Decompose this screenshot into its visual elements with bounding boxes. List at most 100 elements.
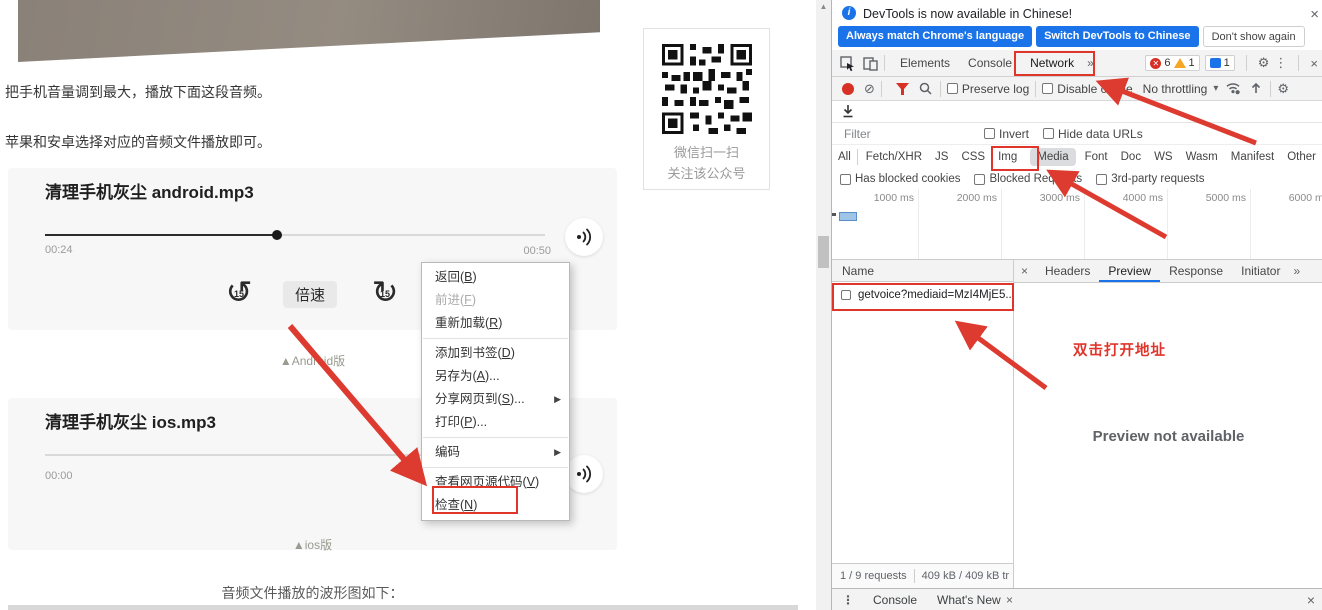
audio-title: 清理手机灰尘 android.mp3 <box>45 178 254 203</box>
seek-bar[interactable] <box>45 234 545 236</box>
device-toolbar-icon[interactable] <box>862 55 878 71</box>
type-filter-manifest[interactable]: Manifest <box>1231 151 1274 163</box>
type-filter-doc[interactable]: Doc <box>1121 151 1141 163</box>
menu-item-print[interactable]: 打印(P)... <box>422 411 569 434</box>
tab-elements[interactable]: Elements <box>891 50 959 76</box>
preserve-log-checkbox[interactable]: Preserve log <box>947 82 1029 96</box>
menu-item-forward[interactable]: 前进(F) <box>422 289 569 312</box>
tab-response[interactable]: Response <box>1160 260 1232 282</box>
checkbox-icon <box>1043 128 1054 139</box>
more-options-icon[interactable]: ⋮ <box>1274 55 1287 71</box>
issues-icon <box>1210 58 1221 68</box>
menu-item-bookmark[interactable]: 添加到书签(D) <box>422 342 569 365</box>
volume-button[interactable] <box>565 455 603 493</box>
filter-input[interactable]: Filter <box>844 127 984 141</box>
record-icon[interactable] <box>842 83 854 95</box>
drawer-tab-console[interactable]: Console <box>863 593 927 607</box>
drawer-close-icon[interactable]: × <box>1307 592 1315 608</box>
type-filter-other[interactable]: Other <box>1287 151 1316 163</box>
tab-preview[interactable]: Preview <box>1099 260 1160 282</box>
paragraph: 把手机音量调到最大，播放下面这段音频。 <box>5 82 271 102</box>
third-party-checkbox[interactable]: 3rd-party requests <box>1096 173 1204 185</box>
blocked-requests-checkbox[interactable]: Blocked Requests <box>974 173 1082 185</box>
import-har-icon[interactable] <box>1248 81 1264 97</box>
type-filter-css[interactable]: CSS <box>961 151 985 163</box>
type-filter-ws[interactable]: WS <box>1154 151 1173 163</box>
seek-progress <box>45 234 276 236</box>
panel-divider[interactable] <box>1013 260 1014 588</box>
menu-separator <box>423 437 568 438</box>
menu-item-share[interactable]: 分享网页到(S)...▶ <box>422 388 569 411</box>
type-filter-media[interactable]: Media <box>1030 148 1075 166</box>
tab-headers[interactable]: Headers <box>1036 260 1099 282</box>
blocked-cookies-checkbox[interactable]: Has blocked cookies <box>840 173 960 185</box>
issues-badge[interactable]: 1 <box>1205 55 1235 71</box>
error-warning-badge[interactable]: ✕ 6 1 <box>1145 55 1199 71</box>
settings-gear-icon[interactable]: ⚙ <box>1258 55 1270 71</box>
request-row-getvoice[interactable]: getvoice?mediaid=MzI4MjE5... <box>832 282 1013 308</box>
type-filter-all[interactable]: All <box>838 151 851 163</box>
match-language-button[interactable]: Always match Chrome's language <box>838 26 1032 47</box>
forward-15-button[interactable]: ↻ 15 <box>368 276 402 310</box>
browser-context-menu: 返回(B) 前进(F) 重新加载(R) 添加到书签(D) 另存为(A)... 分… <box>421 262 570 521</box>
invert-checkbox[interactable]: Invert <box>984 127 1029 141</box>
caret-down-icon[interactable]: ▾ <box>1213 83 1218 94</box>
dont-show-again-button[interactable]: Don't show again <box>1203 26 1305 47</box>
disable-cache-checkbox[interactable]: Disable cache <box>1042 82 1132 96</box>
type-filter-wasm[interactable]: Wasm <box>1186 151 1218 163</box>
close-detail-icon[interactable]: × <box>1021 264 1028 278</box>
timeline-tick: 1000 ms <box>834 192 914 204</box>
scroll-up-icon[interactable]: ▲ <box>816 2 831 11</box>
audio-title: 清理手机灰尘 ios.mp3 <box>45 408 216 433</box>
tab-network[interactable]: Network <box>1021 50 1083 76</box>
network-conditions-icon[interactable] <box>1225 81 1241 97</box>
menu-item-view-source[interactable]: 查看网页源代码(V) <box>422 471 569 494</box>
playback-speed-button[interactable]: 倍速 <box>283 281 337 308</box>
export-har-icon[interactable] <box>842 104 854 121</box>
more-tabs-icon[interactable]: » <box>1083 56 1098 70</box>
network-overview-timeline[interactable]: 1000 ms 2000 ms 3000 ms 4000 ms 5000 ms … <box>832 189 1322 260</box>
checkbox-icon <box>947 83 958 94</box>
tab-initiator[interactable]: Initiator <box>1232 260 1289 282</box>
filter-funnel-icon[interactable] <box>895 81 911 97</box>
menu-item-encoding[interactable]: 编码▶ <box>422 441 569 464</box>
drawer-more-icon[interactable]: ⋮ <box>842 593 854 607</box>
qr-caption-line2: 关注该公众号 <box>644 163 769 182</box>
type-filter-font[interactable]: Font <box>1085 151 1108 163</box>
throttling-select[interactable]: No throttling <box>1143 82 1208 96</box>
timeline-tick: 2000 ms <box>917 192 997 204</box>
more-detail-tabs-icon[interactable]: » <box>1289 264 1304 278</box>
volume-button[interactable] <box>565 218 603 256</box>
menu-item-back[interactable]: 返回(B) <box>422 266 569 289</box>
timeline-tick: 4000 ms <box>1083 192 1163 204</box>
type-filter-js[interactable]: JS <box>935 151 948 163</box>
request-waterfall-bar[interactable] <box>839 212 857 221</box>
hide-data-urls-checkbox[interactable]: Hide data URLs <box>1043 127 1143 141</box>
page-scrollbar[interactable]: ▲ <box>816 0 831 610</box>
name-column-header[interactable]: Name <box>832 260 1013 282</box>
scrollbar-thumb[interactable] <box>818 236 829 268</box>
network-settings-gear-icon[interactable]: ⚙ <box>1277 81 1289 97</box>
tab-console[interactable]: Console <box>959 50 1021 76</box>
type-filter-fetch[interactable]: Fetch/XHR <box>866 151 922 163</box>
devtools-close-icon[interactable]: × <box>1310 56 1318 71</box>
banner-close-icon[interactable]: × <box>1310 6 1319 23</box>
seek-handle[interactable] <box>272 230 282 240</box>
switch-chinese-button[interactable]: Switch DevTools to Chinese <box>1036 26 1199 47</box>
menu-item-save-as[interactable]: 另存为(A)... <box>422 365 569 388</box>
menu-item-inspect[interactable]: 检查(N) <box>422 494 569 517</box>
menu-item-reload[interactable]: 重新加载(R) <box>422 312 569 335</box>
clear-icon[interactable]: ⊘ <box>864 81 875 97</box>
caption-ios: ▲ios版 <box>8 536 617 553</box>
close-tab-icon[interactable]: × <box>1006 593 1013 607</box>
timeline-tick: 6000 ms <box>1249 192 1322 204</box>
waveform-strip <box>8 605 798 610</box>
devtools-tabbar: Elements Console Network » ✕ 6 1 1 ⚙ ⋮ <box>832 50 1322 77</box>
inspect-element-icon[interactable] <box>839 55 855 71</box>
search-icon[interactable] <box>918 81 934 97</box>
checkbox-icon <box>1096 174 1107 185</box>
rewind-15-button[interactable]: ↺ 15 <box>222 276 256 310</box>
drawer-tab-whats-new[interactable]: What's New × <box>927 593 1023 607</box>
type-filter-img[interactable]: Img <box>998 151 1017 163</box>
checkbox-icon <box>974 174 985 185</box>
